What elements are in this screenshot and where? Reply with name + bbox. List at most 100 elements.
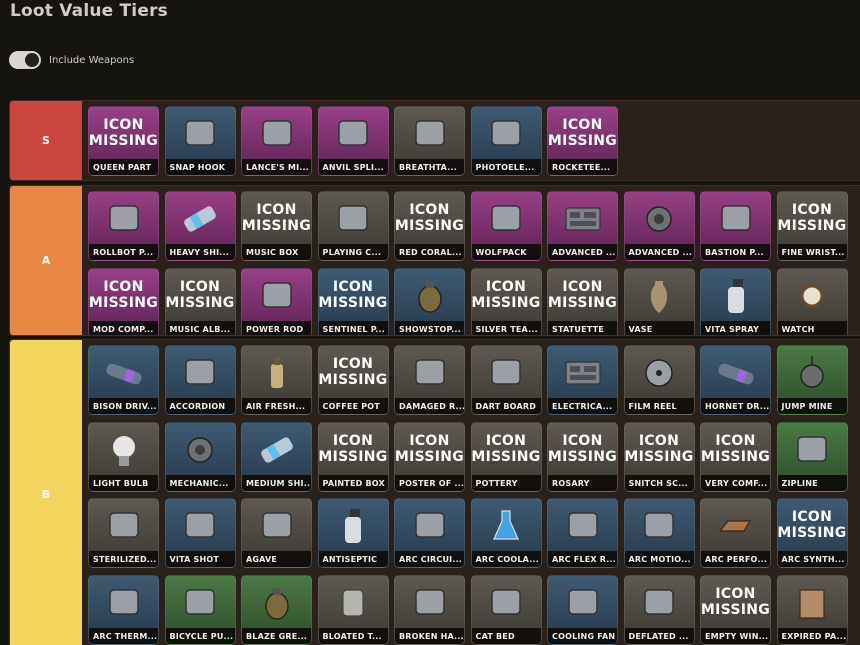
loot-item-card[interactable]: FILM REEL (623, 345, 695, 415)
loot-item-card[interactable]: ICON MISSING STATUETTE (547, 267, 618, 335)
loot-item-card[interactable]: ICON MISSING SILVER TEA... (470, 267, 542, 335)
loot-item-card[interactable]: ICON MISSING EMPTY WIN... (700, 574, 771, 645)
loot-item-name: ACCORDION (165, 398, 235, 414)
loot-item-card[interactable]: ARC PERFO... (700, 498, 771, 568)
loot-item-card[interactable]: SHOWSTOP... (394, 267, 465, 335)
loot-item-card[interactable]: MEDIUM SHI... (241, 421, 312, 492)
spray-bottle-icon (701, 269, 770, 321)
loot-item-name: SENTINEL P... (318, 320, 388, 335)
loot-item-card[interactable]: HORNET DR... (700, 345, 771, 415)
tier-items: ICON MISSING QUEEN PART SNAP HOOK LANCE'S MI… (82, 101, 860, 180)
loot-item-card[interactable]: JUMP MINE (776, 345, 848, 415)
loot-item-card[interactable]: BLAZE GRE... (241, 574, 312, 645)
loot-item-card[interactable]: BREATHTA... (394, 106, 465, 176)
loot-item-card[interactable]: WOLFPACK (470, 191, 542, 261)
loot-item-name: PHOTOELE... (471, 159, 541, 175)
loot-item-card[interactable]: HEAVY SHI... (164, 191, 236, 261)
loot-item-name: ROSARY (548, 474, 617, 491)
loot-item-card[interactable]: BASTION P... (700, 191, 771, 261)
icon-missing-line1: ICON (638, 432, 680, 449)
loot-item-card[interactable]: ICON MISSING VERY COMF... (700, 421, 771, 492)
loot-item-card[interactable]: DART BOARD (470, 345, 542, 415)
loot-item-card[interactable]: VASE (623, 267, 695, 335)
loot-item-card[interactable]: ICON MISSING MUSIC BOX (241, 191, 312, 261)
icon-missing-line2: MISSING (547, 448, 618, 465)
loot-item-card[interactable]: ICON MISSING MOD COMP... (88, 267, 159, 335)
loot-item-card[interactable]: PHOTOELE... (470, 106, 542, 176)
loot-item-card[interactable]: ICON MISSING ARC SYNTH... (776, 498, 848, 568)
loot-item-card[interactable]: PLAYING C... (317, 191, 389, 261)
power-rod-icon (242, 269, 311, 321)
loot-item-name: PLAYING C... (318, 244, 388, 260)
loot-item-card[interactable]: ADVANCED ... (547, 191, 618, 261)
loot-item-card[interactable]: CAT BED (470, 574, 542, 645)
loot-item-card[interactable]: ICON MISSING FINE WRIST... (776, 191, 848, 261)
icon-missing-text: ICON MISSING (89, 117, 158, 149)
loot-item-card[interactable]: BICYCLE PU... (164, 574, 236, 645)
accordion-icon (166, 346, 235, 398)
loot-item-card[interactable]: WATCH (776, 267, 848, 335)
loot-item-card[interactable]: POWER ROD (241, 267, 312, 335)
loot-item-card[interactable]: ARC MOTIO... (623, 498, 695, 568)
loot-item-card[interactable]: ICON MISSING RED CORAL... (394, 191, 465, 261)
loot-item-name: SHOWSTOP... (395, 320, 464, 335)
loot-item-card[interactable]: ANVIL SPLI... (317, 106, 389, 176)
loot-item-card[interactable]: ZIPLINE (776, 421, 848, 492)
loot-item-card[interactable]: LANCE'S MI... (241, 106, 312, 176)
loot-item-card[interactable]: ICON MISSING POTTERY (470, 421, 542, 492)
loot-item-card[interactable]: ARC COOLA... (470, 498, 542, 568)
loot-item-name: ROCKETEE... (548, 159, 617, 175)
loot-item-name: ADVANCED ... (548, 244, 617, 260)
icon-missing-placeholder: ICON MISSING (319, 423, 388, 475)
bottle-icon (242, 346, 311, 398)
loot-item-card[interactable]: AIR FRESH... (241, 345, 312, 415)
loot-item-name: POSTER OF ... (395, 474, 464, 491)
loot-item-name: HORNET DR... (701, 398, 770, 414)
loot-item-card[interactable]: VITA SHOT (164, 498, 236, 568)
loot-item-card[interactable]: ANTISEPTIC (317, 498, 389, 568)
loot-item-card[interactable]: SNAP HOOK (164, 106, 236, 176)
icon-missing-text: ICON MISSING (89, 279, 158, 311)
loot-item-name: POTTERY (471, 474, 541, 491)
loot-item-card[interactable]: BISON DRIV... (88, 345, 159, 415)
circuit-disc-icon (395, 499, 464, 551)
loot-item-name: STERILIZED... (89, 551, 158, 567)
icon-missing-line2: MISSING (624, 448, 694, 465)
loot-item-name: DAMAGED R... (395, 398, 464, 414)
loot-item-card[interactable]: AGAVE (241, 498, 312, 568)
loot-item-card[interactable]: ELECTRICA... (547, 345, 618, 415)
loot-item-card[interactable]: ARC THERM... (88, 574, 159, 645)
loot-item-card[interactable]: ICON MISSING ROCKETEE... (547, 106, 618, 176)
loot-item-card[interactable]: DEFLATED ... (623, 574, 695, 645)
include-weapons-toggle[interactable] (9, 51, 41, 69)
loot-item-card[interactable]: DAMAGED R... (394, 345, 465, 415)
loot-item-card[interactable]: COOLING FAN (547, 574, 618, 645)
loot-item-card[interactable]: ARC FLEX R... (547, 498, 618, 568)
loot-item-card[interactable]: ICON MISSING ROSARY (547, 421, 618, 492)
loot-item-card[interactable]: ICON MISSING MUSIC ALB... (164, 267, 236, 335)
loot-item-card[interactable]: ICON MISSING PAINTED BOX (317, 421, 389, 492)
loot-item-card[interactable]: ARC CIRCUI... (394, 498, 465, 568)
loot-item-card[interactable]: ADVANCED ... (623, 191, 695, 261)
loot-item-card[interactable]: MECHANIC... (164, 421, 236, 492)
loot-item-card[interactable]: ICON MISSING QUEEN PART (88, 106, 159, 176)
loot-item-card[interactable]: EXPIRED PA... (776, 574, 848, 645)
loot-item-name: MUSIC BOX (242, 244, 311, 260)
watch-icon (778, 269, 847, 321)
loot-item-card[interactable]: ACCORDION (164, 345, 236, 415)
loot-item-card[interactable]: BLOATED T... (317, 574, 389, 645)
loot-item-card[interactable]: STERILIZED... (88, 498, 159, 568)
mechanical-part-icon (625, 192, 694, 244)
agave-icon (242, 499, 311, 551)
loot-item-card[interactable]: ICON MISSING POSTER OF ... (394, 421, 465, 492)
loot-item-card[interactable]: ICON MISSING COFFEE POT (317, 345, 389, 415)
loot-item-card[interactable]: ICON MISSING SNITCH SC... (623, 421, 695, 492)
icon-missing-line1: ICON (485, 278, 527, 295)
loot-item-card[interactable]: BROKEN HA... (394, 574, 465, 645)
loot-item-card[interactable]: ICON MISSING SENTINEL P... (317, 267, 389, 335)
loot-item-card[interactable]: VITA SPRAY (700, 267, 771, 335)
loot-item-card[interactable]: LIGHT BULB (88, 421, 159, 492)
tier-label: B (10, 340, 82, 645)
loot-item-card[interactable]: ROLLBOT P... (88, 191, 159, 261)
icon-missing-text: ICON MISSING (319, 356, 388, 388)
